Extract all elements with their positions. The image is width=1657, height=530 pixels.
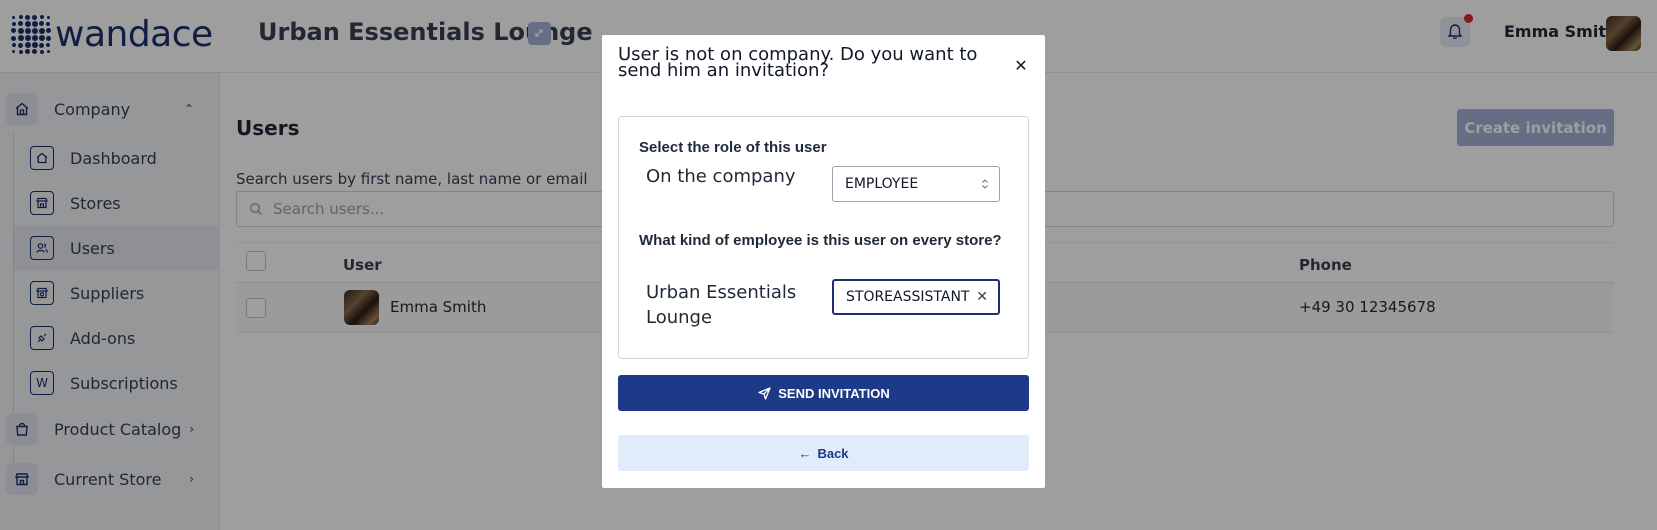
company-role-value: EMPLOYEE xyxy=(845,176,919,192)
arrow-left-icon: ← xyxy=(798,445,812,461)
invitation-options-card: Select the role of this user On the comp… xyxy=(618,116,1029,359)
company-role-label: On the company xyxy=(646,166,796,187)
back-label: Back xyxy=(817,445,849,461)
role-section-title: Select the role of this user xyxy=(639,139,827,156)
clear-icon[interactable]: ✕ xyxy=(976,289,988,305)
close-icon[interactable]: ✕ xyxy=(1013,58,1029,74)
dialog-title: User is not on company. Do you want to s… xyxy=(618,44,978,81)
chevron-up-down-icon xyxy=(982,179,988,189)
send-invitation-label: SEND INVITATION xyxy=(778,385,890,401)
send-icon xyxy=(758,386,771,400)
store-role-value: STOREASSISTANT xyxy=(846,289,970,305)
invite-user-dialog: User is not on company. Do you want to s… xyxy=(602,35,1045,488)
back-button[interactable]: ← Back xyxy=(618,435,1029,471)
store-role-section-title: What kind of employee is this user on ev… xyxy=(639,232,1002,249)
store-name-label: Urban Essentials Lounge xyxy=(646,282,797,328)
company-role-select[interactable]: EMPLOYEE xyxy=(832,166,1000,202)
send-invitation-button[interactable]: SEND INVITATION xyxy=(618,375,1029,411)
store-role-select[interactable]: STOREASSISTANT ✕ xyxy=(832,279,1000,315)
